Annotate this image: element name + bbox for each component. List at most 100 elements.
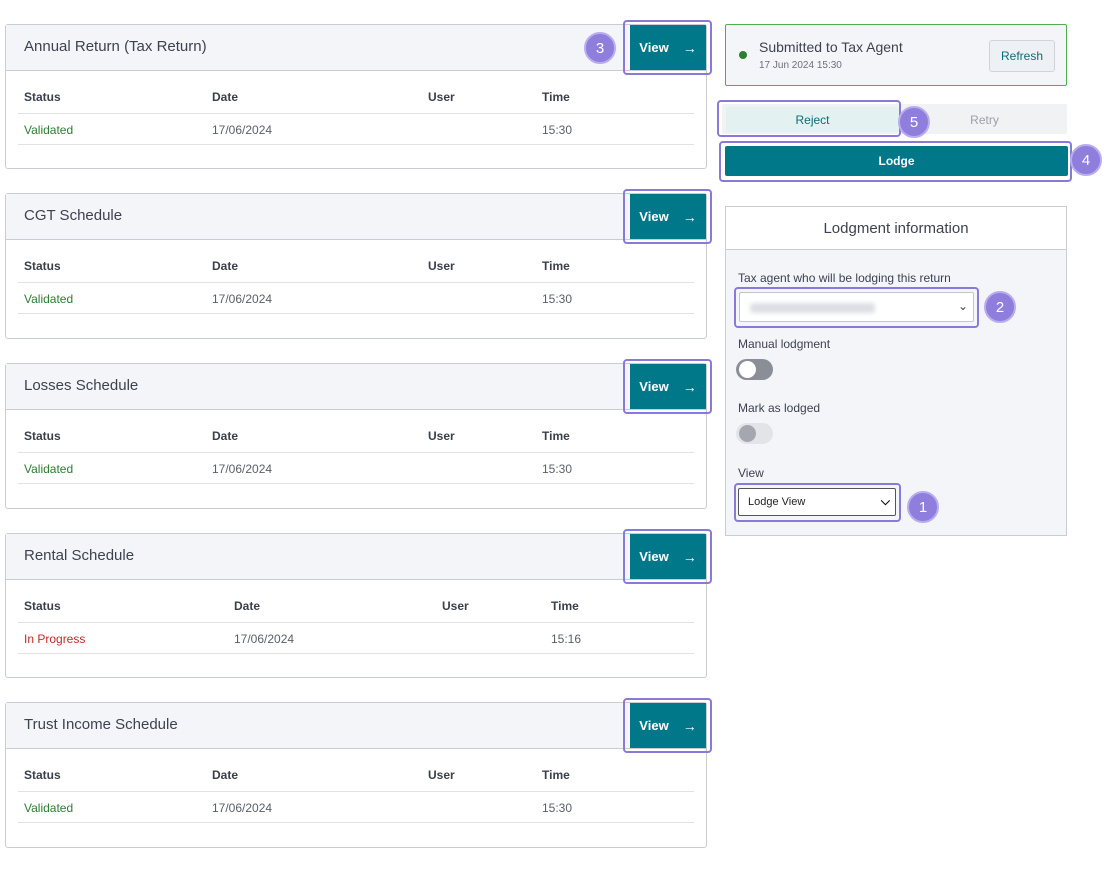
callout-badge-2: 2 bbox=[984, 291, 1016, 323]
header-user: User bbox=[428, 90, 455, 104]
header-user: User bbox=[428, 768, 455, 782]
row-time: 15:30 bbox=[542, 123, 573, 137]
highlight-outline bbox=[734, 287, 979, 328]
manual-lodgment-label: Manual lodgment bbox=[738, 337, 831, 351]
header-status: Status bbox=[24, 90, 61, 104]
callout-badge-1: 1 bbox=[907, 491, 939, 523]
row-time: 15:30 bbox=[542, 462, 573, 476]
table-row: Validated 17/06/2024 15:30 bbox=[18, 114, 694, 145]
schedule-card-trust-income: Trust Income Schedule View → Status Date… bbox=[5, 698, 712, 848]
callout-badge-5: 5 bbox=[898, 106, 930, 138]
header-user: User bbox=[442, 599, 469, 613]
row-status: Validated bbox=[24, 123, 74, 137]
row-date: 17/06/2024 bbox=[212, 462, 273, 476]
row-date: 17/06/2024 bbox=[212, 292, 273, 306]
table-row: Validated 17/06/2024 15:30 bbox=[18, 792, 694, 823]
lodgment-info-heading: Lodgment information bbox=[725, 206, 1067, 250]
header-date: Date bbox=[212, 768, 239, 782]
card-header: Losses Schedule View → bbox=[6, 359, 712, 414]
card-title: Losses Schedule bbox=[24, 377, 139, 394]
arrow-right-icon: → bbox=[682, 378, 697, 395]
table-row: Validated 17/06/2024 15:30 bbox=[18, 283, 694, 314]
row-status: Validated bbox=[24, 292, 74, 306]
view-button[interactable]: View → bbox=[630, 703, 706, 748]
table-header-row: Status Date User Time bbox=[18, 761, 694, 792]
view-button[interactable]: View → bbox=[630, 25, 706, 70]
row-date: 17/06/2024 bbox=[234, 632, 295, 646]
row-status: Validated bbox=[24, 801, 74, 815]
header-user: User bbox=[428, 259, 455, 273]
status-table: Status Date User Time Validated 17/06/20… bbox=[18, 761, 694, 823]
row-time: 15:30 bbox=[542, 292, 573, 306]
row-time: 15:16 bbox=[551, 632, 582, 646]
view-button-label: View bbox=[639, 549, 669, 564]
view-button-label: View bbox=[639, 379, 669, 394]
header-date: Date bbox=[234, 599, 261, 613]
header-time: Time bbox=[551, 599, 579, 613]
mark-as-lodged-toggle[interactable] bbox=[736, 423, 773, 444]
manual-lodgment-toggle[interactable] bbox=[736, 359, 773, 380]
header-time: Time bbox=[542, 90, 570, 104]
view-button-label: View bbox=[639, 209, 669, 224]
card-header: CGT Schedule View → bbox=[6, 189, 712, 244]
tax-agent-label: Tax agent who will be lodging this retur… bbox=[738, 271, 951, 285]
card-title: Trust Income Schedule bbox=[24, 716, 178, 733]
status-table: Status Date User Time In Progress 17/06/… bbox=[18, 592, 694, 654]
schedule-card-cgt: CGT Schedule View → Status Date User Tim… bbox=[5, 189, 712, 339]
status-dot-icon bbox=[739, 51, 747, 59]
header-date: Date bbox=[212, 259, 239, 273]
header-status: Status bbox=[24, 599, 61, 613]
row-status: Validated bbox=[24, 462, 74, 476]
card-title: Annual Return (Tax Return) bbox=[24, 38, 207, 55]
arrow-right-icon: → bbox=[682, 717, 697, 734]
status-table: Status Date User Time Validated 17/06/20… bbox=[18, 252, 694, 314]
callout-badge-4: 4 bbox=[1070, 144, 1102, 176]
schedule-card-losses: Losses Schedule View → Status Date User … bbox=[5, 359, 712, 509]
status-title: Submitted to Tax Agent bbox=[759, 39, 903, 55]
view-button[interactable]: View → bbox=[630, 364, 706, 409]
highlight-outline bbox=[717, 100, 901, 137]
mark-as-lodged-label: Mark as lodged bbox=[738, 401, 821, 415]
view-button-label: View bbox=[639, 40, 669, 55]
card-header: Trust Income Schedule View → bbox=[6, 698, 712, 753]
highlight-outline bbox=[719, 141, 1072, 182]
header-status: Status bbox=[24, 429, 61, 443]
header-date: Date bbox=[212, 90, 239, 104]
table-header-row: Status Date User Time bbox=[18, 592, 694, 623]
row-time: 15:30 bbox=[542, 801, 573, 815]
view-button[interactable]: View → bbox=[630, 534, 706, 579]
toggle-knob bbox=[739, 361, 756, 378]
table-row: Validated 17/06/2024 15:30 bbox=[18, 453, 694, 484]
header-time: Time bbox=[542, 259, 570, 273]
row-date: 17/06/2024 bbox=[212, 801, 273, 815]
table-header-row: Status Date User Time bbox=[18, 252, 694, 283]
arrow-right-icon: → bbox=[682, 39, 697, 56]
arrow-right-icon: → bbox=[682, 208, 697, 225]
view-button[interactable]: View → bbox=[630, 194, 706, 239]
submission-status-panel: Submitted to Tax Agent 17 Jun 2024 15:30… bbox=[725, 24, 1067, 86]
status-timestamp: 17 Jun 2024 15:30 bbox=[759, 60, 842, 71]
schedule-card-rental: Rental Schedule View → Status Date User … bbox=[5, 529, 712, 678]
callout-badge-3: 3 bbox=[584, 32, 616, 64]
toggle-knob bbox=[739, 425, 756, 442]
table-header-row: Status Date User Time bbox=[18, 422, 694, 453]
row-status: In Progress bbox=[24, 632, 86, 646]
status-table: Status Date User Time Validated 17/06/20… bbox=[18, 83, 694, 145]
highlight-outline bbox=[734, 483, 901, 522]
view-button-label: View bbox=[639, 718, 669, 733]
view-label: View bbox=[738, 466, 764, 480]
header-time: Time bbox=[542, 429, 570, 443]
header-user: User bbox=[428, 429, 455, 443]
header-status: Status bbox=[24, 768, 61, 782]
arrow-right-icon: → bbox=[682, 548, 697, 565]
row-date: 17/06/2024 bbox=[212, 123, 273, 137]
status-table: Status Date User Time Validated 17/06/20… bbox=[18, 422, 694, 484]
header-time: Time bbox=[542, 768, 570, 782]
card-title: Rental Schedule bbox=[24, 547, 135, 564]
card-header: Rental Schedule View → bbox=[6, 529, 712, 584]
card-title: CGT Schedule bbox=[24, 207, 123, 224]
header-date: Date bbox=[212, 429, 239, 443]
refresh-button[interactable]: Refresh bbox=[989, 40, 1055, 72]
header-status: Status bbox=[24, 259, 61, 273]
table-header-row: Status Date User Time bbox=[18, 83, 694, 114]
